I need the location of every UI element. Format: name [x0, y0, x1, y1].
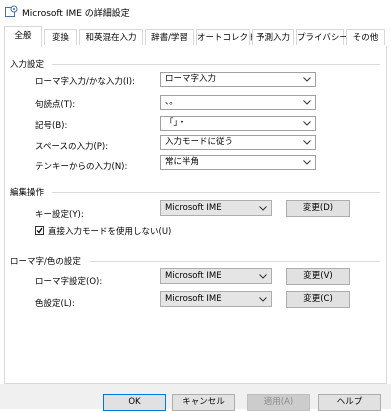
- help-button[interactable]: ヘルプ: [318, 394, 381, 411]
- chevron-down-icon: [303, 121, 311, 126]
- numpad-input-select[interactable]: 常に半角: [160, 155, 316, 170]
- tab-conversion[interactable]: 変換: [44, 29, 77, 45]
- color-settings-change-button[interactable]: 変更(C): [286, 291, 350, 308]
- color-settings-select[interactable]: Microsoft IME: [160, 291, 272, 307]
- tab-other[interactable]: その他: [346, 29, 385, 45]
- direct-input-label: 直接入力モードを使用しない(U): [48, 227, 172, 237]
- cancel-button[interactable]: キャンセル: [172, 394, 235, 411]
- key-settings-select[interactable]: Microsoft IME: [160, 200, 272, 216]
- key-settings-change-button[interactable]: 変更(D): [286, 200, 350, 217]
- space-input-select[interactable]: 入力モードに従う: [160, 135, 316, 150]
- chevron-down-icon: [259, 274, 267, 279]
- space-input-label: スペースの入力(P):: [35, 142, 109, 152]
- group-romaji-color-title: ローマ字/色の設定: [10, 257, 81, 267]
- ok-button[interactable]: OK: [103, 394, 166, 411]
- symbol-select[interactable]: 「」・: [160, 116, 316, 131]
- title-bar: Microsoft IME の詳細設定: [0, 0, 391, 24]
- chevron-down-icon: [259, 297, 267, 302]
- color-settings-label: 色設定(L):: [35, 299, 75, 309]
- group-edit-ops-title: 編集操作: [10, 188, 45, 198]
- chevron-down-icon: [303, 100, 311, 105]
- tab-prediction[interactable]: 予測入力: [252, 29, 294, 45]
- chevron-down-icon: [303, 160, 311, 165]
- romaji-settings-change-button[interactable]: 変更(V): [286, 268, 350, 285]
- tab-mixed-input[interactable]: 和英混在入力: [79, 29, 143, 45]
- tab-autocorrect[interactable]: オートコレクト: [196, 29, 257, 45]
- window-title: Microsoft IME の詳細設定: [22, 9, 130, 19]
- tab-dictionary[interactable]: 辞書/学習: [145, 29, 194, 45]
- group-input-settings-title: 入力設定: [10, 60, 45, 70]
- direct-input-checkbox[interactable]: [35, 226, 44, 235]
- checkmark-icon: [36, 227, 43, 234]
- group-divider: [52, 192, 380, 193]
- chevron-down-icon: [303, 140, 311, 145]
- dialog-footer: OK キャンセル 適用(A) ヘルプ: [0, 384, 391, 411]
- symbol-label: 記号(B):: [35, 121, 68, 131]
- chevron-down-icon: [303, 77, 311, 82]
- romaji-settings-select[interactable]: Microsoft IME: [160, 268, 272, 284]
- group-divider: [52, 64, 380, 65]
- chevron-down-icon: [259, 206, 267, 211]
- punctuation-label: 句読点(T):: [35, 100, 76, 110]
- apply-button[interactable]: 適用(A): [247, 394, 310, 411]
- key-settings-label: キー設定(Y):: [35, 210, 84, 220]
- punctuation-select[interactable]: 、。: [160, 95, 316, 110]
- romaji-kana-select[interactable]: ローマ字入力: [160, 72, 316, 87]
- tab-privacy[interactable]: プライバシー: [296, 29, 348, 45]
- group-divider: [90, 261, 380, 262]
- tab-strip: 全般 変換 和英混在入力 辞書/学習 オートコレクト 予測入力 プライバシー そ…: [4, 26, 387, 47]
- numpad-input-label: テンキーからの入力(N):: [35, 162, 128, 172]
- ime-settings-icon: [5, 5, 18, 17]
- tab-general[interactable]: 全般: [4, 26, 42, 47]
- romaji-settings-label: ローマ字設定(O):: [35, 277, 103, 287]
- romaji-kana-label: ローマ字入力/かな入力(I):: [35, 77, 135, 87]
